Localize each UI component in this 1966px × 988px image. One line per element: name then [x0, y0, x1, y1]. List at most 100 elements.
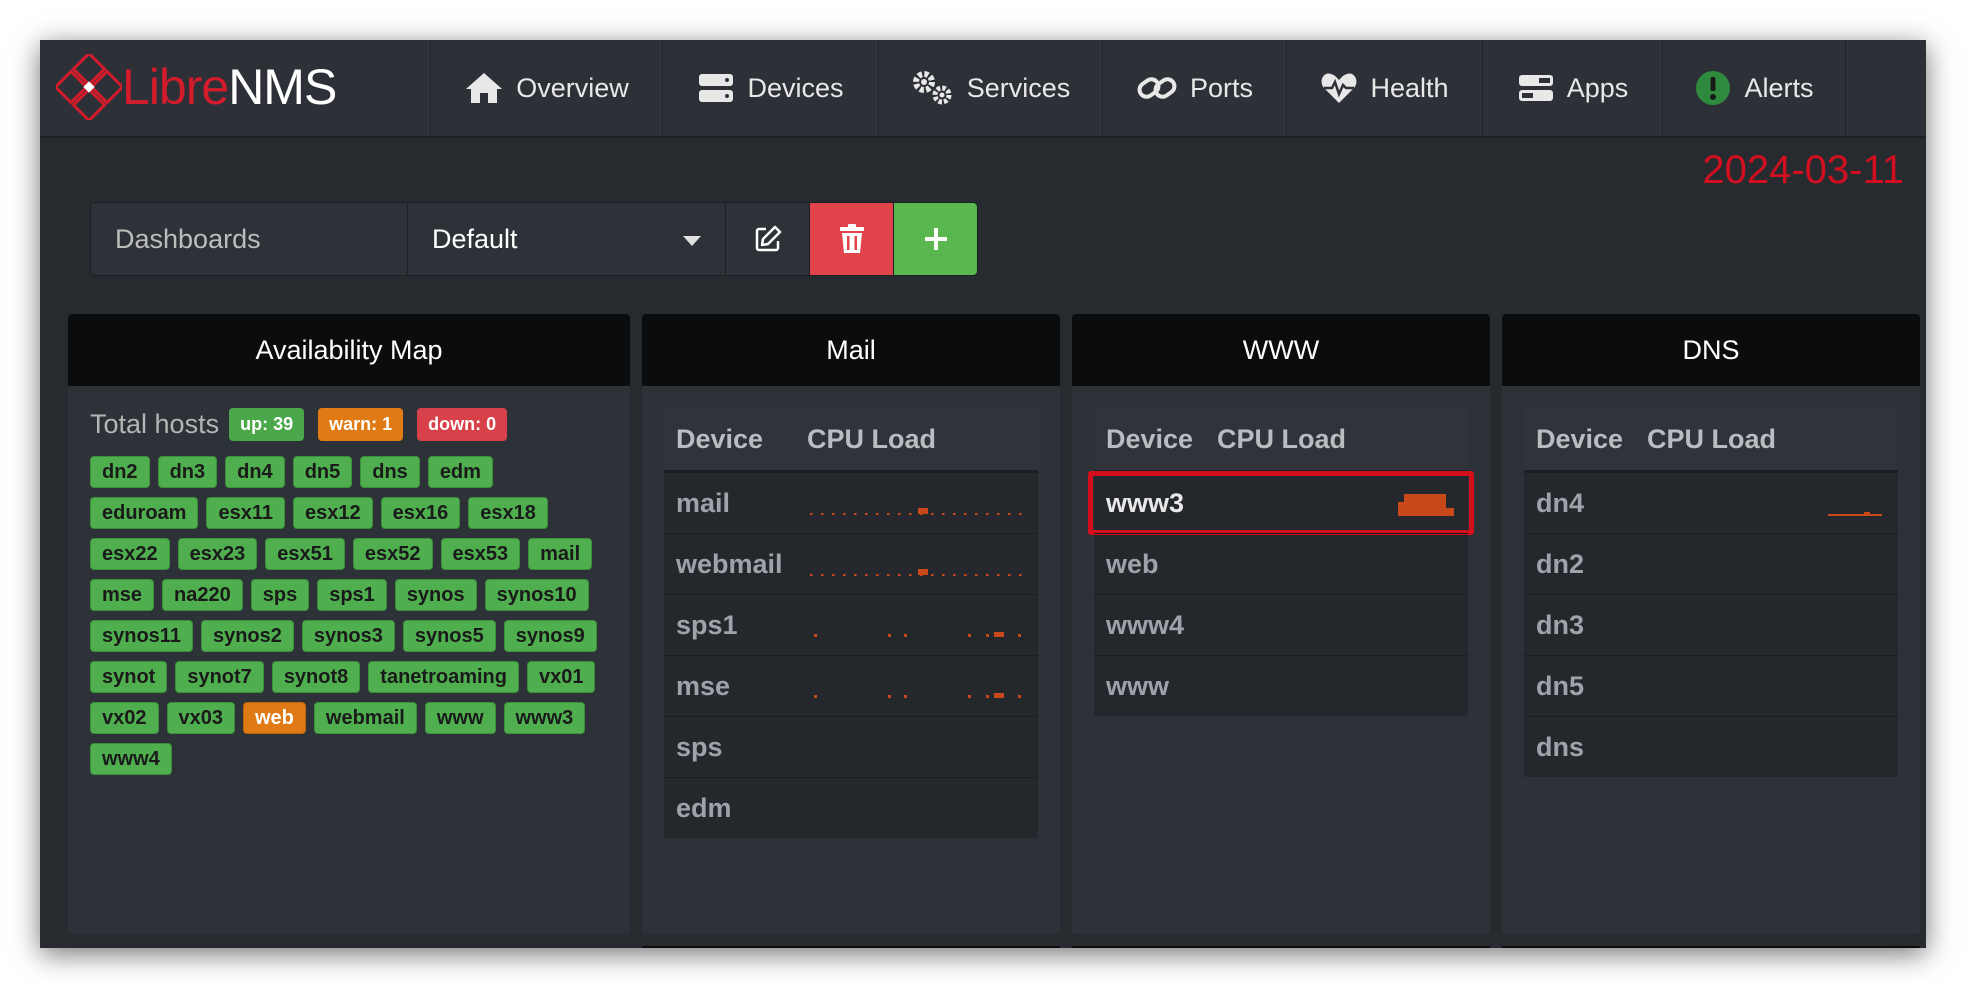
host-tile[interactable]: esx52: [352, 538, 433, 570]
nav-alerts[interactable]: Alerts: [1662, 40, 1846, 136]
host-tile[interactable]: vx03: [166, 702, 235, 734]
host-tile[interactable]: vx02: [90, 702, 159, 734]
dashboard-select[interactable]: Default: [408, 202, 726, 276]
host-tile[interactable]: na220: [162, 579, 243, 611]
column-device: Device: [676, 423, 764, 454]
cpu-sparkline: [814, 693, 1021, 698]
widget-www: WWW Device CPU Load www3 web www4 www: [1072, 314, 1490, 934]
nav-services-label: Services: [966, 72, 1071, 103]
nav-apps[interactable]: Apps: [1482, 40, 1662, 136]
table-row[interactable]: edm: [664, 777, 1038, 838]
device-name-link[interactable]: mail: [664, 488, 730, 519]
cpu-sparkline: [810, 569, 1022, 576]
cpu-sparkline: [1828, 512, 1882, 516]
total-hosts-label: Total hosts: [90, 409, 220, 439]
down-count-badge[interactable]: down: 0: [417, 408, 508, 441]
host-tile[interactable]: mail: [528, 538, 593, 570]
host-tile[interactable]: synot7: [175, 661, 264, 693]
nav-apps-label: Apps: [1566, 72, 1629, 103]
host-tile[interactable]: dn3: [157, 456, 218, 488]
host-tile[interactable]: web: [243, 702, 306, 734]
device-name-link[interactable]: edm: [664, 793, 732, 824]
table-row[interactable]: sps: [664, 716, 1038, 777]
host-tile[interactable]: synot: [90, 661, 168, 693]
table-row[interactable]: dn3: [1524, 594, 1898, 655]
device-name-link[interactable]: www4: [1094, 610, 1184, 641]
host-tile[interactable]: synos: [394, 579, 477, 611]
device-name-link[interactable]: www: [1094, 671, 1169, 702]
device-name-link[interactable]: dn5: [1524, 671, 1584, 702]
host-tile[interactable]: esx53: [440, 538, 521, 570]
nav-services[interactable]: Services: [878, 40, 1102, 136]
host-tile[interactable]: synot8: [271, 661, 361, 693]
host-tile[interactable]: eduroam: [90, 497, 199, 529]
device-name-link[interactable]: dns: [1524, 732, 1584, 763]
host-tile[interactable]: synos5: [402, 620, 496, 652]
host-tile[interactable]: synos3: [301, 620, 395, 652]
device-name-link[interactable]: dn2: [1524, 549, 1584, 580]
device-name-link[interactable]: webmail: [664, 549, 783, 580]
nav-devices[interactable]: Devices: [662, 40, 878, 136]
host-tile[interactable]: www3: [503, 702, 586, 734]
nav-health[interactable]: Health: [1286, 40, 1482, 136]
table-row[interactable]: sps1: [664, 594, 1038, 655]
host-tile[interactable]: www: [424, 702, 496, 734]
table-row[interactable]: dn4: [1524, 472, 1898, 533]
device-name-link[interactable]: sps: [664, 732, 723, 763]
host-tile[interactable]: vx01: [526, 661, 596, 693]
device-name-link[interactable]: mse: [664, 671, 730, 702]
host-tile[interactable]: www4: [90, 743, 172, 775]
widget-dns: DNS Device CPU Load dn4 dn2 dn3 dn5 dns: [1502, 314, 1920, 934]
table-row[interactable]: www3: [1088, 471, 1474, 535]
host-tile[interactable]: webmail: [313, 702, 417, 734]
cpu-sparkline: [1398, 494, 1454, 516]
host-tile[interactable]: esx23: [177, 538, 258, 570]
device-name-link[interactable]: dn4: [1524, 488, 1584, 519]
table-row[interactable]: mail: [664, 472, 1038, 533]
table-body: mail webmail sps1 mse sps edm: [664, 472, 1038, 838]
table-row[interactable]: dn5: [1524, 655, 1898, 716]
add-dashboard-button[interactable]: [894, 202, 978, 276]
delete-dashboard-button[interactable]: [810, 202, 894, 276]
table-row[interactable]: webmail: [664, 533, 1038, 594]
table-row[interactable]: dn2: [1524, 533, 1898, 594]
host-tile[interactable]: dn5: [292, 456, 353, 488]
host-tile[interactable]: esx18: [468, 497, 548, 529]
table-row[interactable]: web: [1094, 533, 1468, 594]
nav-ports[interactable]: Ports: [1102, 40, 1286, 136]
device-name-link[interactable]: dn3: [1524, 610, 1584, 641]
host-tile[interactable]: synos9: [503, 620, 597, 652]
host-tile[interactable]: dn2: [90, 456, 150, 488]
warn-count-badge[interactable]: warn: 1: [318, 408, 404, 441]
host-tile[interactable]: synos10: [484, 579, 589, 611]
table-row[interactable]: dns: [1524, 716, 1898, 777]
host-tile[interactable]: sps: [250, 579, 310, 611]
host-tile[interactable]: esx16: [380, 497, 461, 529]
host-tile[interactable]: tanetroaming: [368, 661, 519, 693]
host-tile[interactable]: mse: [90, 579, 155, 611]
nav-overview[interactable]: Overview: [430, 40, 662, 136]
table-row[interactable]: mse: [664, 655, 1038, 716]
host-tile[interactable]: synos11: [90, 620, 193, 652]
host-tile[interactable]: dns: [360, 456, 420, 488]
widget-availability-map: Availability Map Total hosts up: 39 warn…: [68, 314, 630, 934]
device-name-link[interactable]: sps1: [664, 610, 738, 641]
librenms-logo[interactable]: LibreNMS: [56, 52, 337, 122]
edit-dashboard-button[interactable]: [726, 202, 810, 276]
up-count-badge[interactable]: up: 39: [229, 408, 305, 441]
host-tile[interactable]: esx12: [292, 497, 373, 529]
host-tile[interactable]: sps1: [317, 579, 387, 611]
table-row[interactable]: www: [1094, 655, 1468, 716]
dashboard-selected-value: Default: [432, 223, 518, 254]
device-table: Device CPU Load www3 web www4 www: [1088, 408, 1474, 716]
table-row[interactable]: www4: [1094, 594, 1468, 655]
host-tile[interactable]: synos2: [200, 620, 294, 652]
host-tile[interactable]: esx11: [206, 497, 285, 529]
host-tile[interactable]: dn4: [225, 456, 285, 488]
next-widget-edge: [1072, 946, 1490, 948]
host-tile[interactable]: esx22: [90, 538, 170, 570]
device-name-link[interactable]: web: [1094, 549, 1159, 580]
host-tile[interactable]: edm: [427, 456, 493, 488]
host-tile[interactable]: esx51: [265, 538, 345, 570]
device-name-link[interactable]: www3: [1094, 488, 1184, 519]
